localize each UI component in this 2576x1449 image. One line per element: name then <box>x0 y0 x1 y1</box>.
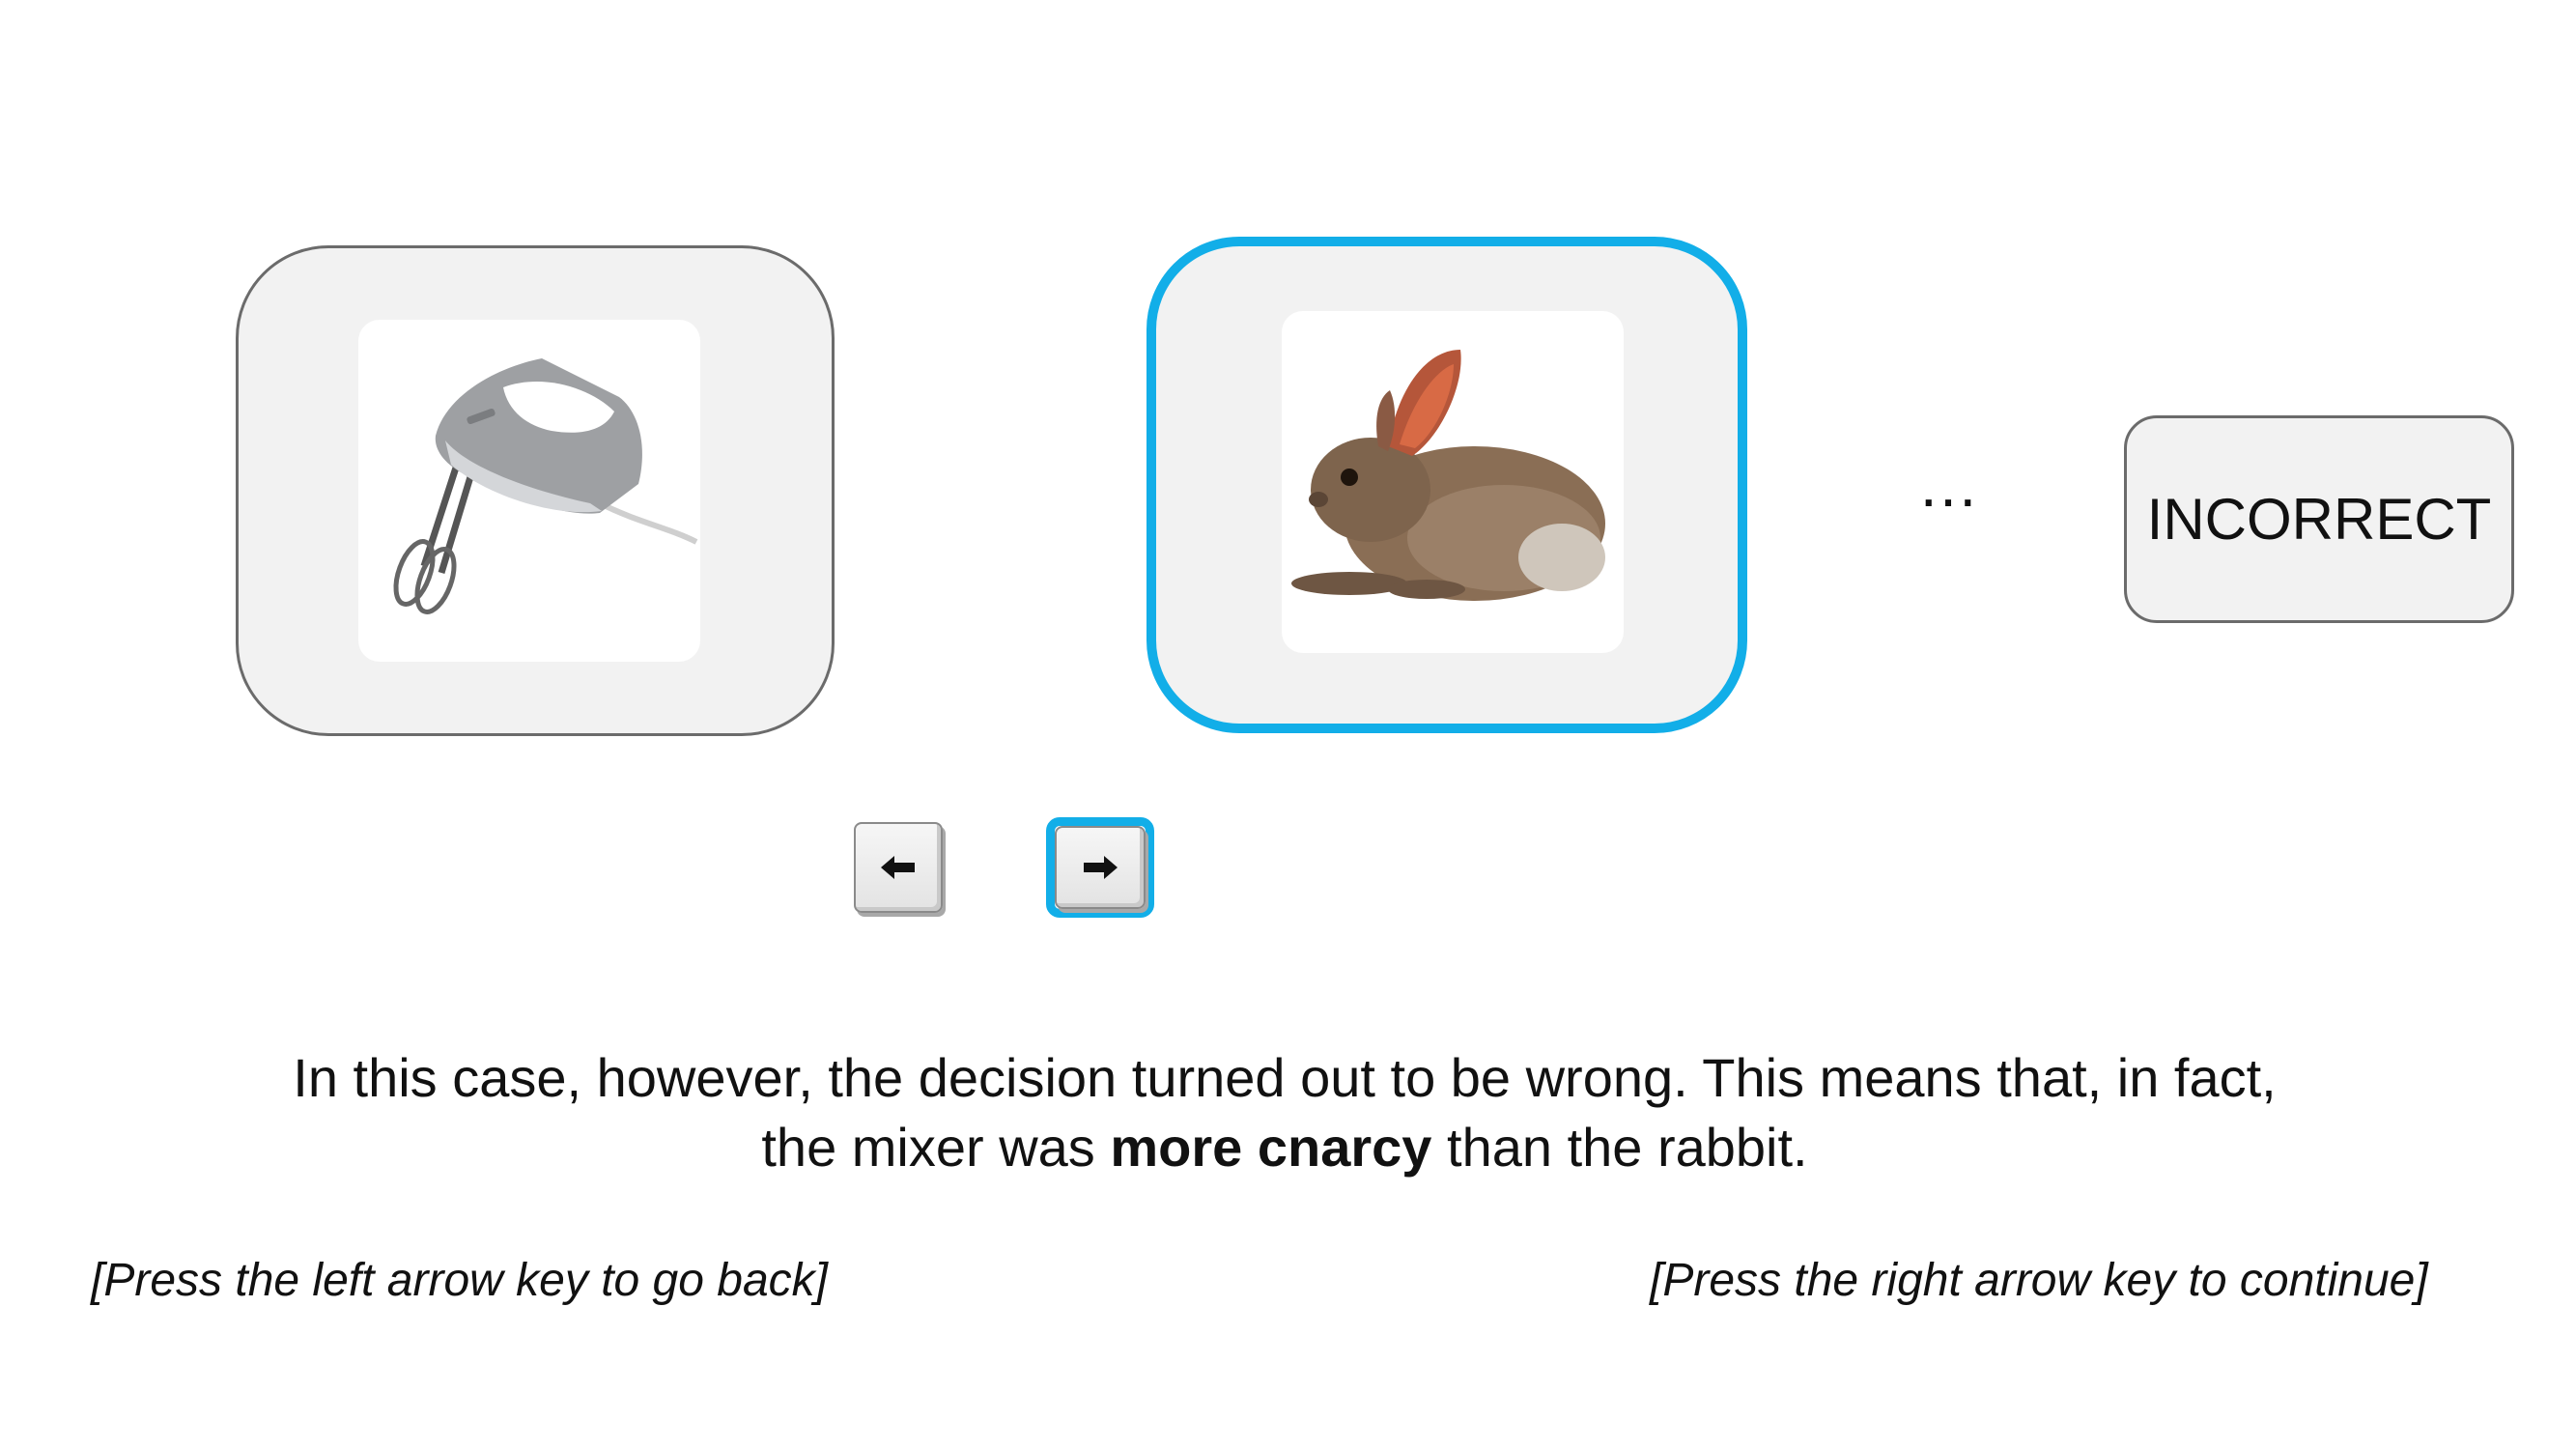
message-line-2-end: than the rabbit. <box>1431 1117 1808 1178</box>
stimulus-card-mixer[interactable] <box>236 245 835 736</box>
feedback-text: INCORRECT <box>2146 487 2492 552</box>
rabbit-image-frame <box>1282 311 1624 653</box>
back-hint: [Press the left arrow key to go back] <box>91 1255 829 1306</box>
message-bold-term: more cnarcy <box>1110 1117 1432 1178</box>
right-arrow-key[interactable] <box>1055 826 1146 909</box>
ellipsis: … <box>1917 450 1985 520</box>
mixer-image-frame <box>358 320 700 662</box>
instruction-message: In this case, however, the decision turn… <box>174 1043 2395 1182</box>
rabbit-image <box>1291 350 1605 601</box>
message-line-2-start: the mixer was <box>761 1117 1111 1178</box>
left-arrow-icon <box>881 856 915 879</box>
left-arrow-key[interactable] <box>854 822 943 913</box>
hand-mixer-image <box>393 358 698 614</box>
stimulus-card-rabbit[interactable] <box>1146 237 1747 733</box>
continue-hint: [Press the right arrow key to continue] <box>1650 1255 2428 1306</box>
feedback-box: INCORRECT <box>2124 415 2514 623</box>
right-arrow-icon <box>1084 856 1118 879</box>
message-line-1: In this case, however, the decision turn… <box>293 1047 2277 1108</box>
message-line-2: the mixer was more cnarcy than the rabbi… <box>174 1113 2395 1182</box>
